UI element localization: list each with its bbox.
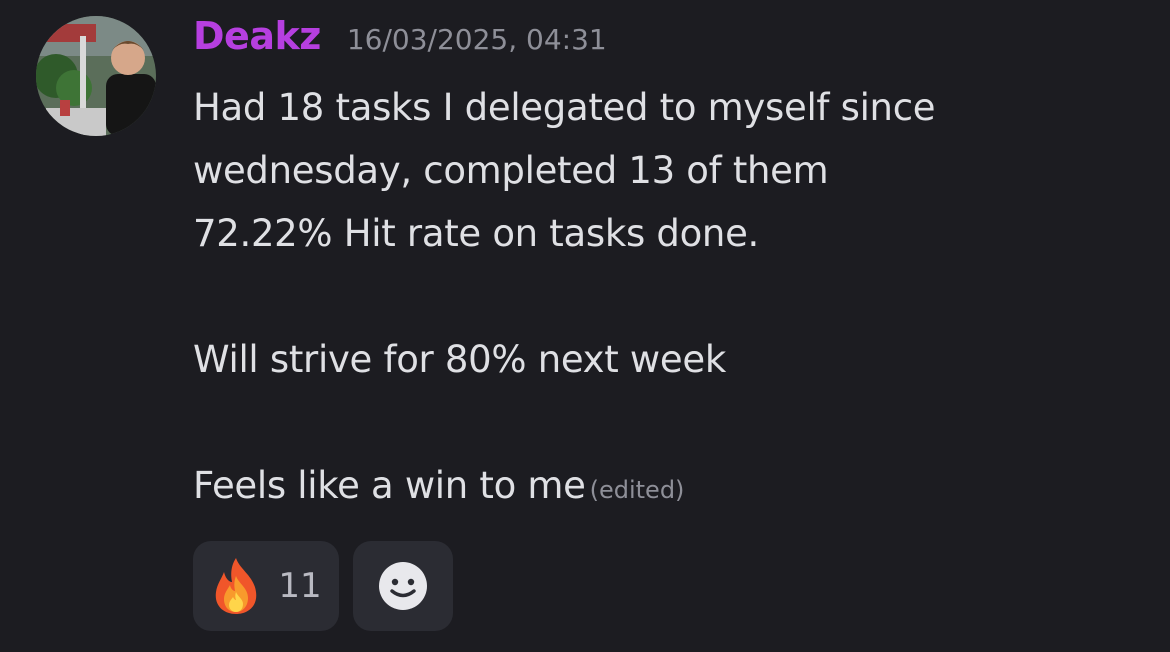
message-line: 72.22% Hit rate on tasks done. <box>193 212 759 255</box>
message-line: Will strive for 80% next week <box>193 338 726 381</box>
message-last-line: Feels like a win to me (edited) <box>193 454 1143 517</box>
add-reaction-button[interactable] <box>353 541 453 631</box>
username[interactable]: Deakz <box>193 14 321 58</box>
fire-emoji-icon <box>216 558 257 614</box>
edited-label: (edited) <box>589 476 685 504</box>
timestamp: 16/03/2025, 04:31 <box>346 23 607 56</box>
message-line-text: Feels like a win to me <box>193 464 586 507</box>
message-body: Had 18 tasks I delegated to myself since… <box>193 76 1143 517</box>
add-reaction-smiley-icon <box>379 562 427 610</box>
reaction-count: 11 <box>278 566 322 606</box>
avatar-photo-icon <box>36 16 156 136</box>
avatar[interactable] <box>36 16 156 136</box>
message-header: Deakz 16/03/2025, 04:31 <box>193 14 1143 64</box>
message-content: Deakz 16/03/2025, 04:31 Had 18 tasks I d… <box>193 14 1143 631</box>
message-line: Had 18 tasks I delegated to myself since <box>193 86 936 129</box>
chat-message: Deakz 16/03/2025, 04:31 Had 18 tasks I d… <box>0 0 1170 652</box>
reactions-bar: 11 <box>193 541 1143 631</box>
fire-reaction-button[interactable]: 11 <box>193 541 339 631</box>
message-line: wednesday, completed 13 of them <box>193 149 829 192</box>
